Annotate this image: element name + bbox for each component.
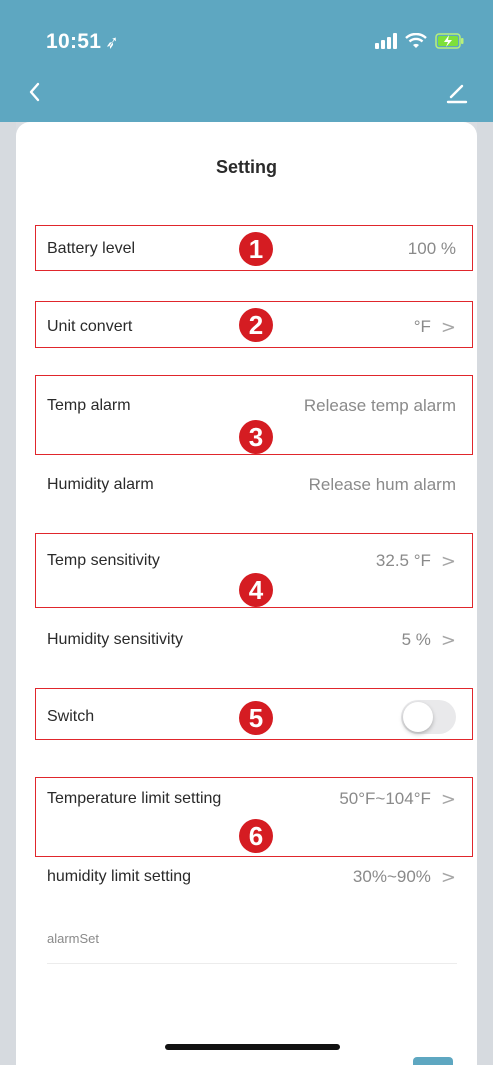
annotation-badge-6: 6: [239, 819, 273, 853]
status-time: 10:51 ➶: [46, 30, 122, 54]
header-bar: 10:51 ➶: [0, 0, 493, 122]
wifi-icon: [405, 33, 427, 48]
battery-charging-icon: [435, 33, 464, 49]
annotation-badge-5: 5: [239, 701, 273, 735]
humidity-limit-value: 30%~90%: [352, 867, 431, 886]
signal-icon: [375, 33, 397, 49]
humidity-alarm-label: Humidity alarm: [47, 476, 154, 493]
humidity-sensitivity-label: Humidity sensitivity: [47, 631, 184, 648]
edit-pencil-icon[interactable]: [443, 78, 471, 106]
section-divider: [47, 963, 457, 964]
left-gutter: [0, 122, 16, 1065]
page-title: Setting: [216, 157, 277, 177]
location-arrow-icon: ➶: [103, 31, 122, 54]
settings-sheet: Setting Battery level 100 % 1 Unit conve…: [16, 122, 477, 1065]
section-footer-label: alarmSet: [47, 931, 100, 946]
chevron-right-icon: >: [440, 866, 456, 888]
annotation-badge-4: 4: [239, 573, 273, 607]
humidity-sensitivity-value: 5 %: [401, 630, 431, 649]
right-gutter: [477, 122, 493, 1065]
humidity-sensitivity-row[interactable]: Humidity sensitivity 5 % >: [16, 615, 477, 665]
humidity-limit-label: humidity limit setting: [47, 868, 192, 885]
bottom-tab-hint: [413, 1057, 453, 1065]
annotation-badge-1: 1: [239, 232, 273, 266]
back-chevron-icon[interactable]: [22, 78, 50, 106]
clock-text: 10:51: [46, 30, 102, 53]
humidity-limit-row[interactable]: humidity limit setting 30%~90% >: [16, 852, 477, 902]
status-icons: [375, 30, 465, 52]
annotation-badge-2: 2: [239, 308, 273, 342]
home-indicator[interactable]: [165, 1044, 340, 1050]
humidity-alarm-value: Release hum alarm: [308, 475, 456, 494]
humidity-alarm-row[interactable]: Humidity alarm Release hum alarm: [16, 460, 477, 510]
annotation-badge-3: 3: [239, 420, 273, 454]
chevron-right-icon: >: [440, 629, 456, 651]
